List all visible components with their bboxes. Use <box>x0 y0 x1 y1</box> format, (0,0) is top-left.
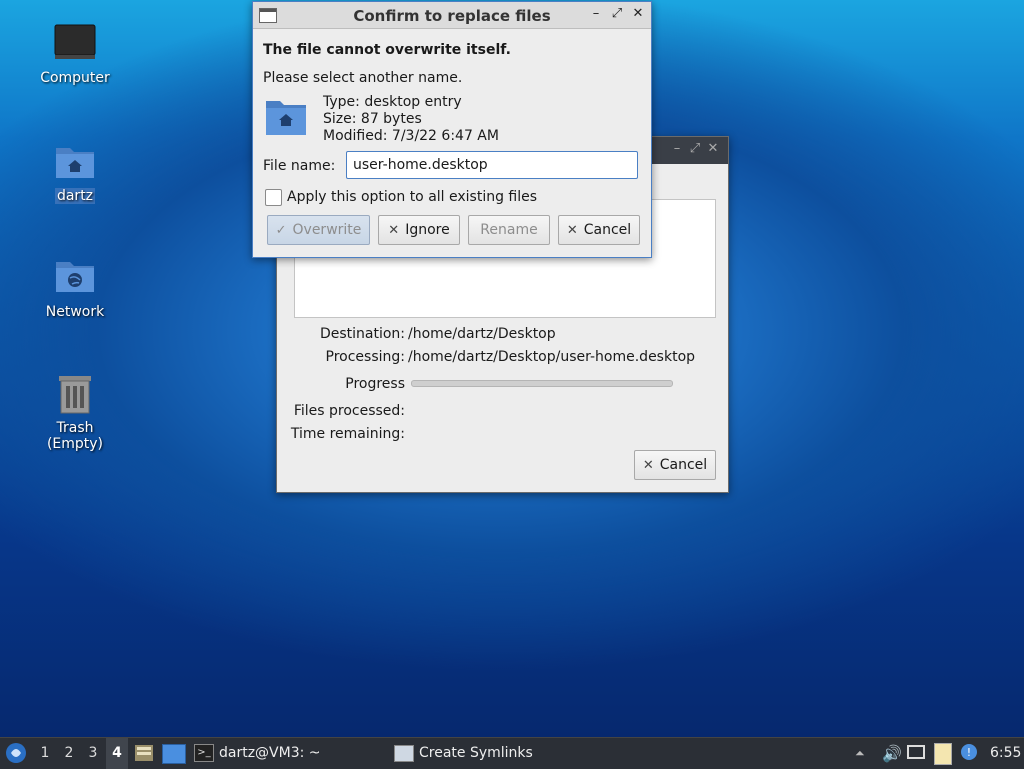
home-folder-icon <box>53 140 97 184</box>
maximize-icon[interactable]: ⤢ <box>686 140 704 158</box>
network-folder-icon <box>53 256 97 300</box>
workspace-4[interactable]: 4 <box>106 738 128 769</box>
processing-value: /home/dartz/Desktop/user-home.desktop <box>408 349 696 365</box>
desktop-icon-label: Network <box>45 304 105 320</box>
minimize-icon[interactable]: – <box>587 5 605 23</box>
home-folder-icon <box>265 98 309 138</box>
task-terminal[interactable]: >_ dartz@VM3: ~ <box>194 738 321 769</box>
desktop-icon-home-folder[interactable]: dartz <box>25 140 125 204</box>
volume-icon[interactable]: 🔊 <box>882 738 902 769</box>
destination-label: Destination: <box>319 326 405 342</box>
apply-all-label[interactable]: Apply this option to all existing files <box>287 189 537 205</box>
dialog-heading: The file cannot overwrite itself. <box>263 42 511 58</box>
progress-label: Progress <box>345 376 405 392</box>
desktop-icon-trash[interactable]: Trash (Empty) <box>25 372 125 452</box>
workspace-1[interactable]: 1 <box>34 738 56 769</box>
overwrite-button[interactable]: ✓ Overwrite <box>267 215 370 245</box>
start-menu-icon[interactable] <box>5 742 27 764</box>
dialog-instruction: Please select another name. <box>263 70 463 86</box>
close-icon[interactable]: ✕ <box>704 140 722 158</box>
time-remaining-label: Time remaining: <box>290 426 405 442</box>
ignore-button[interactable]: ✕ Ignore <box>378 215 460 245</box>
filename-input[interactable] <box>346 151 638 179</box>
progress-cancel-button[interactable]: ✕ Cancel <box>634 450 716 480</box>
file-modified: Modified: 7/3/22 6:47 AM <box>323 128 499 144</box>
apply-all-checkbox[interactable] <box>265 189 282 206</box>
window-icon <box>394 744 414 762</box>
show-desktop-icon[interactable] <box>162 744 186 764</box>
file-type: Type: desktop entry <box>323 94 462 110</box>
dialog-titlebar[interactable]: Confirm to replace files – ⤢ ✕ <box>253 2 651 29</box>
workspace-2[interactable]: 2 <box>58 738 80 769</box>
task-create-symlinks-label: Create Symlinks <box>419 745 533 761</box>
workspace-3[interactable]: 3 <box>82 738 104 769</box>
taskbar: 1 2 3 4 >_ dartz@VM3: ~ Create Symlinks ⏶… <box>0 737 1024 769</box>
ignore-button-label: Ignore <box>405 222 450 238</box>
clock[interactable]: 6:55 <box>990 738 1021 769</box>
overwrite-button-label: Overwrite <box>292 222 362 238</box>
minimize-icon[interactable]: – <box>668 140 686 158</box>
maximize-icon[interactable]: ⤢ <box>608 5 626 23</box>
close-icon: ✕ <box>388 222 400 238</box>
trash-icon <box>53 372 97 416</box>
cancel-button-label: Cancel <box>659 457 708 473</box>
cancel-icon: ✕ <box>642 457 654 473</box>
desktop-icon-computer[interactable]: Computer <box>25 22 125 86</box>
file-manager-icon[interactable] <box>134 743 154 763</box>
network-icon[interactable] <box>907 745 925 759</box>
close-icon[interactable]: ✕ <box>629 5 647 23</box>
confirm-replace-dialog: Confirm to replace files – ⤢ ✕ The file … <box>252 1 652 258</box>
svg-text:!: ! <box>967 746 971 759</box>
progress-bar <box>411 380 673 387</box>
desktop-icon-network[interactable]: Network <box>25 256 125 320</box>
tray-expand-icon[interactable]: ⏶ <box>855 738 865 769</box>
processing-label: Processing: <box>325 349 405 365</box>
update-notifier-icon[interactable]: ! <box>960 743 980 763</box>
terminal-icon: >_ <box>194 744 214 762</box>
desktop-icon-label: Trash (Empty) <box>46 420 104 452</box>
rename-button[interactable]: Rename <box>468 215 550 245</box>
computer-icon <box>53 22 97 66</box>
close-icon: ✕ <box>566 222 578 238</box>
desktop-icon-label: dartz <box>54 188 96 204</box>
cancel-button-label: Cancel <box>583 222 632 238</box>
files-processed-label: Files processed: <box>293 403 405 419</box>
file-size: Size: 87 bytes <box>323 111 422 127</box>
clipboard-icon[interactable] <box>934 743 952 765</box>
task-create-symlinks[interactable]: Create Symlinks <box>394 738 533 769</box>
cancel-button[interactable]: ✕ Cancel <box>558 215 640 245</box>
filename-label: File name: <box>263 158 336 174</box>
rename-button-label: Rename <box>480 222 538 238</box>
destination-value: /home/dartz/Desktop <box>408 326 556 342</box>
task-terminal-label: dartz@VM3: ~ <box>219 745 321 761</box>
checkmark-icon: ✓ <box>275 222 287 238</box>
desktop-icon-label: Computer <box>40 70 110 86</box>
